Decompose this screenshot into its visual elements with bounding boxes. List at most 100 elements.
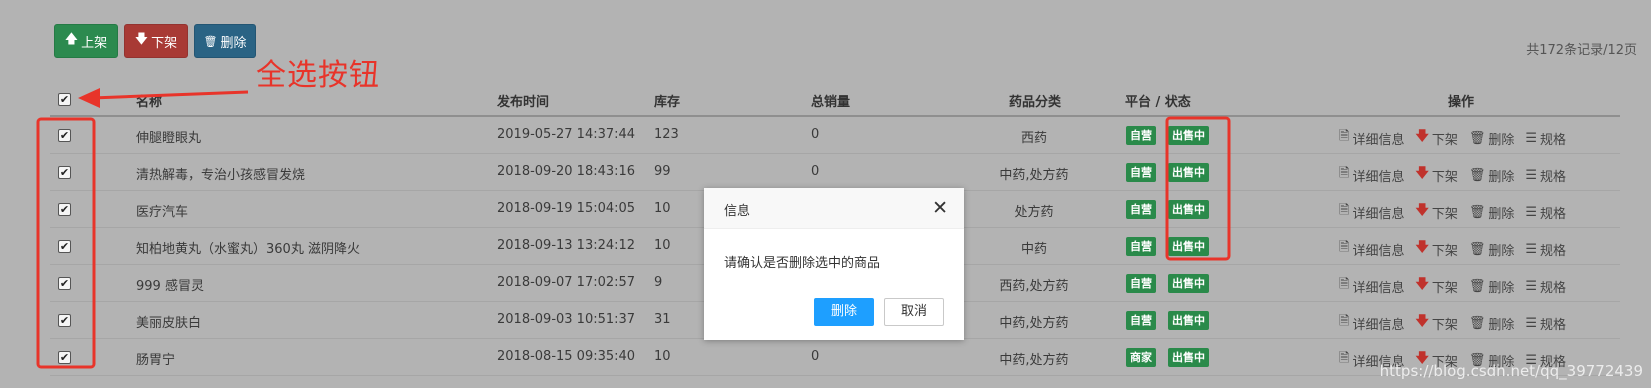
spec-link[interactable]: ☰ 规格 (1525, 312, 1566, 334)
row-actions: 🗎 详细信息 🡇 下架 🗑 删除 ☰ 规格 (1339, 238, 1566, 260)
delete-link-label: 删除 (1488, 317, 1515, 333)
status-badge: 出售中 (1168, 274, 1209, 293)
watermark: https://blog.csdn.net/qq_39772439 (1379, 362, 1643, 380)
confirm-dialog: 信息 ✕ 请确认是否删除选中的商品 删除 取消 (704, 188, 964, 340)
stock: 9 (654, 275, 663, 290)
unshelve-link[interactable]: 🡇 下架 (1415, 164, 1457, 186)
document-icon: 🗎 (1339, 277, 1350, 292)
unshelve-link-label: 下架 (1431, 243, 1458, 259)
confirm-delete-button[interactable]: 删除 (814, 298, 874, 326)
delete-link[interactable]: 🗑 删除 (1469, 238, 1515, 260)
record-count: 共172条记录/12页 (1526, 43, 1637, 58)
unshelve-link[interactable]: 🡇 下架 (1415, 312, 1457, 334)
unshelve-link[interactable]: 🡇 下架 (1415, 201, 1457, 223)
product-name: 医疗汽车 (136, 205, 189, 220)
delete-link[interactable]: 🗑 删除 (1469, 127, 1515, 149)
row-actions: 🗎 详细信息 🡇 下架 🗑 删除 ☰ 规格 (1339, 275, 1566, 297)
dialog-title: 信息 (724, 204, 751, 219)
table-row: ✔ 清热解毒，专治小孩感冒发烧 2018-09-20 18:43:16 99 0 中药,处… (50, 154, 1620, 191)
shelve-button[interactable]: 🡅 上架 (54, 24, 118, 58)
delete-link[interactable]: 🗑 删除 (1469, 312, 1515, 334)
detail-link[interactable]: 🗎 详细信息 (1339, 238, 1404, 260)
arrow-down-icon: 🡇 (1415, 203, 1429, 218)
arrow-down-icon: 🡇 (1415, 277, 1429, 292)
detail-link[interactable]: 🗎 详细信息 (1339, 201, 1404, 223)
platform-badge: 自营 (1126, 126, 1156, 145)
document-icon: 🗎 (1339, 166, 1350, 181)
arrow-down-icon: 🡇 (1415, 166, 1429, 181)
list-icon: ☰ (1525, 167, 1538, 183)
product-name: 清热解毒，专治小孩感冒发烧 (136, 168, 306, 183)
detail-link-label: 详细信息 (1352, 132, 1405, 148)
delete-link[interactable]: 🗑 删除 (1469, 201, 1515, 223)
unshelve-link[interactable]: 🡇 下架 (1415, 275, 1457, 297)
unshelve-link-label: 下架 (1431, 169, 1458, 185)
publish-time: 2018-09-07 17:02:57 (497, 275, 636, 290)
select-all-checkbox[interactable]: ✔ (58, 93, 71, 106)
arrow-up-icon: 🡅 (64, 32, 79, 47)
publish-time: 2018-09-20 18:43:16 (497, 164, 636, 179)
spec-link[interactable]: ☰ 规格 (1525, 164, 1566, 186)
product-name: 伸腿瞪眼丸 (136, 131, 202, 146)
detail-link[interactable]: 🗎 详细信息 (1339, 275, 1404, 297)
document-icon: 🗎 (1339, 203, 1350, 218)
arrow-down-icon: 🡇 (1415, 129, 1429, 144)
dialog-message: 请确认是否删除选中的商品 (724, 256, 881, 271)
publish-time: 2018-09-19 15:04:05 (497, 201, 636, 216)
cancel-button[interactable]: 取消 (884, 298, 944, 326)
row-checkbox[interactable]: ✔ (58, 129, 71, 142)
row-checkbox[interactable]: ✔ (58, 277, 71, 290)
detail-link[interactable]: 🗎 详细信息 (1339, 312, 1404, 334)
row-checkbox[interactable]: ✔ (58, 203, 71, 216)
spec-link-label: 规格 (1540, 132, 1567, 148)
product-name: 肠胃宁 (136, 353, 176, 368)
platform-badge: 自营 (1126, 237, 1156, 256)
spec-link[interactable]: ☰ 规格 (1525, 127, 1566, 149)
arrow-down-icon: 🡇 (134, 32, 149, 47)
unshelve-link[interactable]: 🡇 下架 (1415, 238, 1457, 260)
detail-link[interactable]: 🗎 详细信息 (1339, 127, 1404, 149)
delete-link[interactable]: 🗑 删除 (1469, 275, 1515, 297)
total-sales: 0 (811, 127, 820, 142)
unshelve-button-label: 下架 (151, 35, 178, 51)
document-icon: 🗎 (1339, 129, 1350, 144)
delete-link[interactable]: 🗑 删除 (1469, 164, 1515, 186)
drug-category: 中药,处方药 (999, 316, 1069, 331)
stock: 10 (654, 201, 671, 216)
detail-link[interactable]: 🗎 详细信息 (1339, 164, 1404, 186)
document-icon: 🗎 (1339, 240, 1350, 255)
platform-badge: 商家 (1126, 348, 1156, 367)
spec-link[interactable]: ☰ 规格 (1525, 275, 1566, 297)
list-icon: ☰ (1525, 204, 1538, 220)
close-icon[interactable]: ✕ (932, 197, 948, 219)
column-header-actions: 操作 (1448, 95, 1475, 110)
stock: 123 (654, 127, 679, 142)
list-icon: ☰ (1525, 278, 1538, 294)
row-checkbox[interactable]: ✔ (58, 240, 71, 253)
column-header-name: 名称 (136, 95, 163, 110)
stock: 31 (654, 312, 671, 327)
trash-icon: 🗑 (1468, 241, 1486, 257)
detail-link-label: 详细信息 (1352, 280, 1405, 296)
column-header-total-sales: 总销量 (811, 95, 851, 110)
drug-category: 西药,处方药 (999, 279, 1069, 294)
spec-link-label: 规格 (1540, 280, 1567, 296)
status-badge: 出售中 (1168, 237, 1209, 256)
row-actions: 🗎 详细信息 🡇 下架 🗑 删除 ☰ 规格 (1339, 201, 1566, 223)
delete-button[interactable]: 🗑 删除 (194, 24, 256, 58)
row-checkbox[interactable]: ✔ (58, 314, 71, 327)
spec-link[interactable]: ☰ 规格 (1525, 238, 1566, 260)
row-checkbox[interactable]: ✔ (58, 166, 71, 179)
drug-category: 处方药 (1014, 205, 1054, 220)
drug-category: 中药 (1020, 242, 1047, 257)
table-row: ✔ 伸腿瞪眼丸 2019-05-27 14:37:44 123 0 西药 自营 出售中 🗎 详细信… (50, 117, 1620, 154)
column-header-stock: 库存 (654, 95, 681, 110)
list-icon: ☰ (1525, 315, 1538, 331)
detail-link-label: 详细信息 (1352, 243, 1405, 259)
unshelve-button[interactable]: 🡇 下架 (124, 24, 188, 58)
spec-link-label: 规格 (1540, 169, 1567, 185)
delete-link-label: 删除 (1488, 169, 1515, 185)
row-checkbox[interactable]: ✔ (58, 351, 71, 364)
unshelve-link[interactable]: 🡇 下架 (1415, 127, 1457, 149)
spec-link[interactable]: ☰ 规格 (1525, 201, 1566, 223)
